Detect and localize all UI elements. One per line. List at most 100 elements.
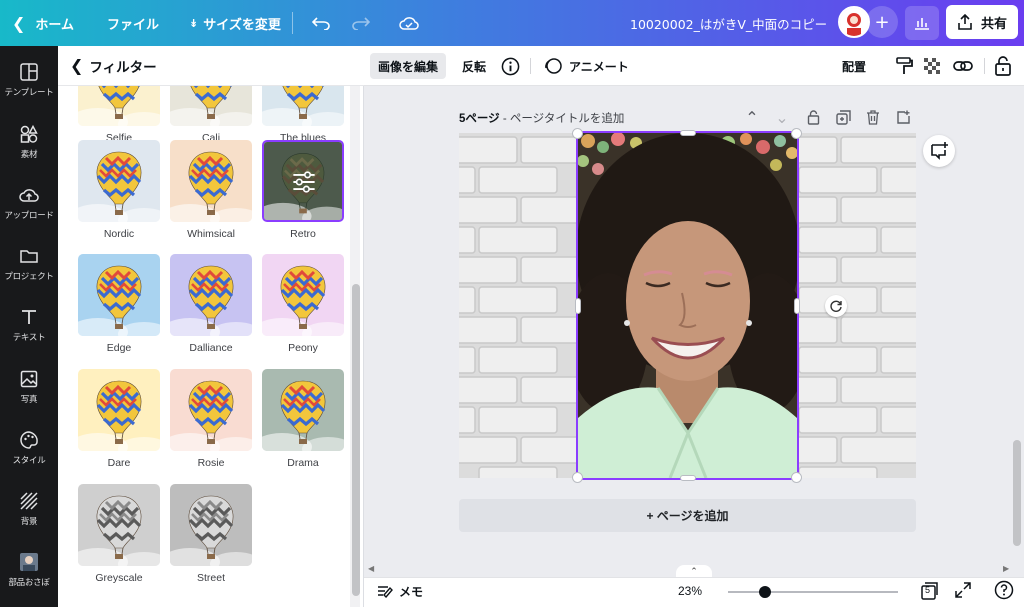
filter-tile-selfie[interactable] <box>78 86 160 126</box>
link-button[interactable] <box>952 53 974 79</box>
comment-add-icon <box>931 142 948 160</box>
rail-item-background[interactable]: 背景 <box>0 483 58 541</box>
delete-page-button[interactable] <box>864 108 882 126</box>
filter-tile-nordic[interactable] <box>78 140 160 222</box>
rail-label: スタイル <box>12 456 46 466</box>
add-page-label: + ページを追加 <box>646 509 729 523</box>
add-collaborator-button[interactable]: + <box>866 6 898 38</box>
transparency-button[interactable] <box>922 53 942 79</box>
filter-tile-cali[interactable] <box>170 86 252 126</box>
add-page-icon <box>896 110 910 124</box>
panel-scrollbar-thumb[interactable] <box>352 284 360 596</box>
link-icon <box>953 61 973 71</box>
filter-tile-whimsical[interactable] <box>170 140 252 222</box>
resize-handle-top-right[interactable] <box>791 128 802 139</box>
copy-style-button[interactable] <box>894 53 914 79</box>
filter-tile-edge[interactable] <box>78 254 160 336</box>
insights-button[interactable] <box>905 6 939 40</box>
lock-button[interactable] <box>994 53 1012 79</box>
rail-item-templates[interactable]: テンプレート <box>0 54 58 112</box>
text-icon <box>22 310 36 324</box>
resize-handle-bottom-left[interactable] <box>572 472 583 483</box>
flip-label: 反転 <box>462 59 487 74</box>
chevron-up-icon: ⌃ <box>690 566 698 577</box>
canvas-scrollbar-thumb[interactable] <box>1013 440 1021 546</box>
filter-tile-dalliance[interactable] <box>170 254 252 336</box>
zoom-slider-track[interactable] <box>728 591 898 593</box>
home-label: ホーム <box>35 17 75 33</box>
redo-icon[interactable] <box>348 0 374 46</box>
resize-handle-bottom[interactable] <box>680 475 696 481</box>
upload-icon <box>19 189 39 202</box>
filter-tile-rosie[interactable] <box>170 369 252 451</box>
rail-item-projects[interactable]: プロジェクト <box>0 238 58 296</box>
cloud-saved-icon[interactable] <box>396 0 422 46</box>
page-number-label: 5ページ <box>459 113 500 125</box>
filter-tile-street[interactable] <box>170 484 252 566</box>
notes-button[interactable]: メモ <box>377 583 423 600</box>
file-menu-button[interactable]: ファイル <box>107 0 159 46</box>
filter-tile-drama[interactable] <box>262 369 344 451</box>
paint-roller-icon <box>896 57 913 74</box>
rail-item-uploads[interactable]: アップロード <box>0 177 58 235</box>
filter-label: Rosie <box>197 457 225 469</box>
page-title[interactable]: 5ページ - ページタイトルを追加 <box>459 110 624 126</box>
filter-tile-dare[interactable] <box>78 369 160 451</box>
duplicate-icon <box>835 109 851 125</box>
scroll-right-arrow[interactable]: ▶ <box>1003 564 1009 573</box>
undo-icon[interactable] <box>308 0 334 46</box>
app-thumbnail-icon <box>20 553 38 571</box>
rail-item-app[interactable]: 部品おさぼ <box>0 544 58 602</box>
page-up-button[interactable]: ⌃ <box>743 108 761 127</box>
scroll-left-arrow[interactable]: ◀ <box>368 564 374 573</box>
resize-icon: ↡ <box>189 16 199 30</box>
filter-label: Retro <box>290 228 316 240</box>
flip-button[interactable]: 反転 <box>462 53 486 79</box>
home-button[interactable]: ❮ ホーム <box>12 0 74 46</box>
rail-item-text[interactable]: テキスト <box>0 299 58 357</box>
filter-tile-the-blues[interactable] <box>262 86 344 126</box>
selected-photo[interactable] <box>576 131 799 480</box>
page-lock-button[interactable] <box>804 108 822 126</box>
filter-tile-peony[interactable] <box>262 254 344 336</box>
filter-tile-greyscale[interactable] <box>78 484 160 566</box>
animate-button[interactable]: アニメート <box>543 53 629 79</box>
share-button[interactable]: 共有 <box>946 5 1018 39</box>
add-comment-button[interactable] <box>923 135 955 167</box>
zoom-slider-knob[interactable] <box>759 586 771 598</box>
add-page-button[interactable]: + ページを追加 <box>459 499 916 532</box>
chevron-left-icon: ❮ <box>70 56 84 75</box>
page-down-button[interactable]: ⌄ <box>773 107 791 127</box>
filter-tile-retro[interactable] <box>262 140 344 222</box>
fullscreen-button[interactable] <box>955 582 971 601</box>
rotate-button[interactable] <box>825 295 847 317</box>
rail-item-photos[interactable]: 写真 <box>0 361 58 419</box>
edit-image-button[interactable]: 画像を編集 <box>370 53 447 79</box>
info-button[interactable] <box>501 53 520 79</box>
resize-label: サイズを変更 <box>203 17 281 33</box>
rail-label: 写真 <box>20 395 38 405</box>
add-page-after-button[interactable] <box>894 108 912 126</box>
zoom-value[interactable]: 23% <box>678 584 702 598</box>
background-icon <box>20 492 38 510</box>
arrange-button[interactable]: 配置 <box>842 53 866 79</box>
resize-handle-left[interactable] <box>575 298 581 314</box>
transparency-icon <box>924 58 940 74</box>
rail-label: 部品おさぼ <box>8 578 50 588</box>
help-button[interactable] <box>994 580 1014 603</box>
resize-button[interactable]: ↡ サイズを変更 <box>189 0 281 46</box>
zoom-label: 23% <box>678 584 703 598</box>
resize-handle-bottom-right[interactable] <box>791 472 802 483</box>
document-title[interactable]: 10020002_はがきV_中面のコピー <box>630 0 827 46</box>
rail-item-elements[interactable]: 素材 <box>0 116 58 174</box>
page-count-button[interactable]: 5 <box>919 581 939 601</box>
rail-item-styles[interactable]: スタイル <box>0 422 58 480</box>
duplicate-page-button[interactable] <box>834 108 852 126</box>
adjust-sliders-icon[interactable] <box>291 169 317 195</box>
resize-handle-right[interactable] <box>794 298 800 314</box>
image-toolbar: 画像を編集 反転 アニメート 配置 <box>364 46 1024 86</box>
resize-handle-top[interactable] <box>680 130 696 136</box>
filters-panel-header[interactable]: ❮ フィルター <box>58 46 364 86</box>
chevron-down-icon: ⌄ <box>775 107 789 127</box>
resize-handle-top-left[interactable] <box>572 128 583 139</box>
